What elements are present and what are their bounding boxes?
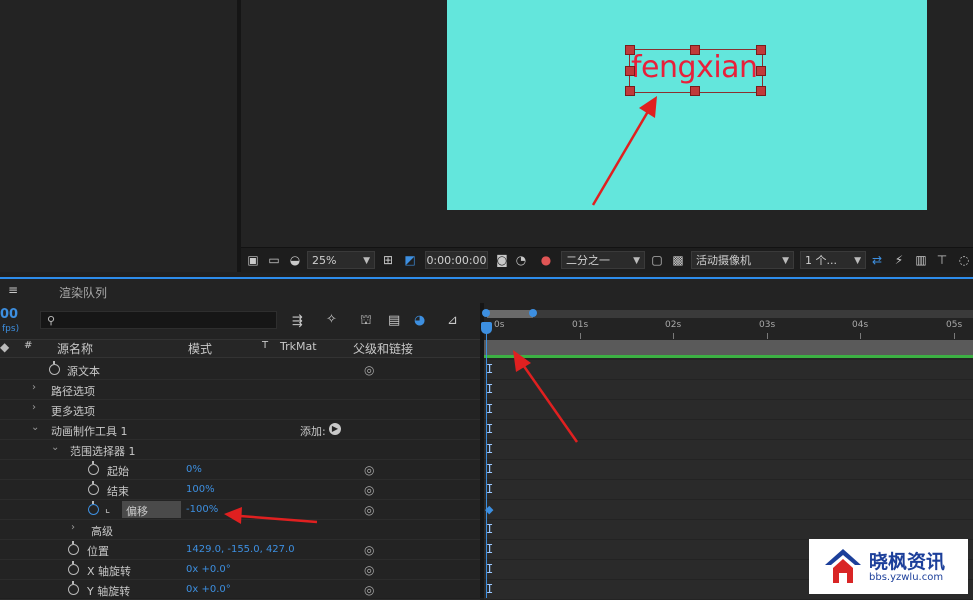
house-logo-icon (825, 549, 861, 583)
arrow-to-offset-value (239, 514, 318, 524)
arrow-to-text-layer (591, 107, 652, 206)
arrowhead (224, 507, 242, 524)
watermark-url: bbs.yzwlu.com (869, 572, 944, 583)
arrow-to-time-indicator (519, 361, 579, 443)
watermark: 晓枫资讯 bbs.yzwlu.com (809, 539, 968, 594)
arrowhead (513, 350, 531, 372)
annotation-arrows (224, 96, 657, 524)
arrowhead (639, 96, 657, 118)
watermark-brand: 晓枫资讯 (869, 551, 946, 573)
